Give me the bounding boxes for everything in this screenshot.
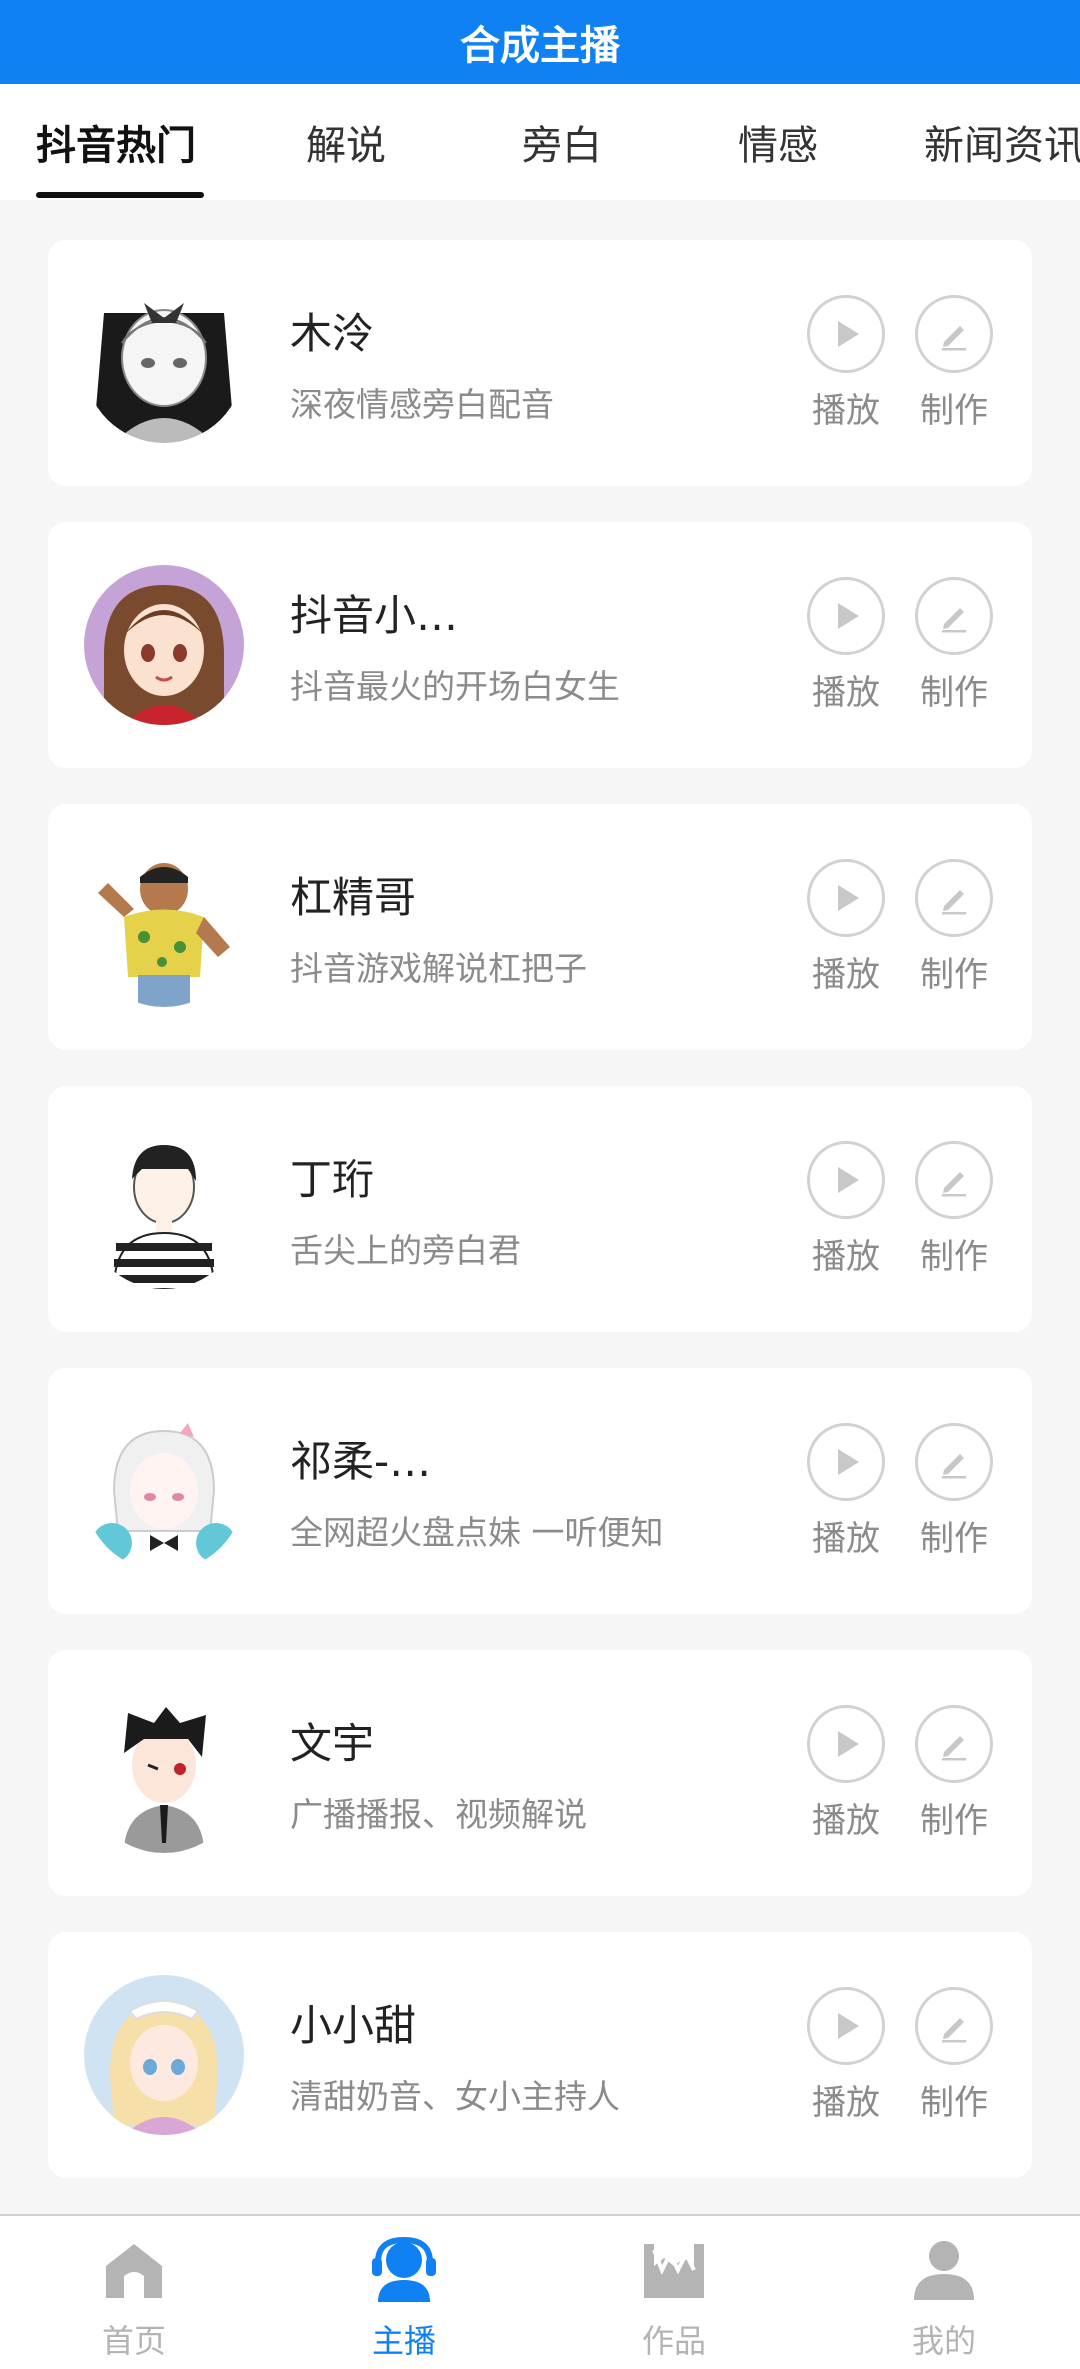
active-tab-indicator [36,192,204,198]
app-header: 合成主播 [0,0,1080,84]
edit-icon [915,295,993,373]
play-icon [807,859,885,937]
play-button[interactable]: 播放 [806,859,886,996]
anchor-card[interactable]: 文宇 广播播报、视频解说 播放 制作 [48,1650,1032,1896]
play-button[interactable]: 播放 [806,1987,886,2124]
nav-anchors-label: 主播 [371,2322,436,2360]
tab-douyin-hot[interactable]: 抖音热门 [36,84,196,200]
avatar [84,1129,244,1289]
tab-narration[interactable]: 旁白 [522,84,602,200]
make-label: 制作 [920,1801,988,1841]
avatar [84,847,244,1007]
profile-icon [914,2241,974,2300]
tab-news[interactable]: 新闻资讯 [924,84,1080,200]
nav-profile-label: 我的 [911,2322,976,2360]
play-label: 播放 [812,1519,880,1559]
play-icon [807,1423,885,1501]
category-tabs: 抖音热门 解说 旁白 情感 新闻资讯 [0,84,1080,200]
edit-icon [915,1987,993,2065]
anchor-desc: 舌尖上的旁白君 [290,1231,521,1270]
nav-works[interactable]: 作品 [574,2216,774,2369]
nav-home[interactable]: 首页 [34,2216,234,2369]
anchor-card[interactable]: 祁柔-… 全网超火盘点妹 一听便知 播放 制作 [48,1368,1032,1614]
anchor-card[interactable]: 抖音小… 抖音最火的开场白女生 播放 制作 [48,522,1032,768]
avatar [84,1411,244,1571]
play-label: 播放 [812,955,880,995]
make-label: 制作 [920,673,988,713]
play-button[interactable]: 播放 [806,1423,886,1560]
play-button[interactable]: 播放 [806,295,886,432]
anchor-desc: 深夜情感旁白配音 [290,385,554,424]
avatar [84,1693,244,1853]
edit-icon [915,1141,993,1219]
anchor-card[interactable]: 杠精哥 抖音游戏解说杠把子 播放 制作 [48,804,1032,1050]
page-title: 合成主播 [460,23,620,69]
edit-icon [915,859,993,937]
anchor-card[interactable]: 小小甜 清甜奶音、女小主持人 播放 制作 [48,1932,1032,2178]
play-button[interactable]: 播放 [806,1705,886,1842]
make-button[interactable]: 制作 [914,1705,994,1842]
anchor-name: 丁珩 [290,1155,375,1204]
anchor-name: 文宇 [290,1719,375,1768]
anchor-card[interactable]: 木泠 深夜情感旁白配音 播放 制作 [48,240,1032,486]
play-label: 播放 [812,2083,880,2123]
nav-anchors[interactable]: 主播 [304,2216,504,2369]
play-icon [807,295,885,373]
anchor-desc: 广播播报、视频解说 [290,1795,587,1834]
anchor-desc: 清甜奶音、女小主持人 [290,2077,620,2116]
play-icon [807,1141,885,1219]
make-button[interactable]: 制作 [914,1987,994,2124]
tab-commentary[interactable]: 解说 [306,84,386,200]
play-label: 播放 [812,1801,880,1841]
make-button[interactable]: 制作 [914,1423,994,1560]
home-icon [106,2244,162,2298]
anchor-name: 小小甜 [290,2001,417,2050]
anchor-name: 木泠 [290,309,375,358]
edit-icon [915,1423,993,1501]
play-icon [807,1705,885,1783]
make-button[interactable]: 制作 [914,295,994,432]
headset-user-icon [372,2236,436,2302]
bottom-nav: 首页 主播 作品 我的 [0,2214,1080,2369]
make-button[interactable]: 制作 [914,577,994,714]
play-label: 播放 [812,673,880,713]
edit-icon [915,577,993,655]
anchor-desc: 抖音游戏解说杠把子 [290,949,587,988]
anchor-name: 抖音小… [290,591,459,640]
works-icon [644,2244,704,2298]
avatar [84,565,244,725]
play-button[interactable]: 播放 [806,1141,886,1278]
tab-emotion[interactable]: 情感 [738,84,818,200]
play-button[interactable]: 播放 [806,577,886,714]
nav-works-label: 作品 [641,2322,706,2360]
edit-icon [915,1705,993,1783]
play-icon [807,577,885,655]
nav-profile[interactable]: 我的 [844,2216,1044,2369]
anchor-desc: 抖音最火的开场白女生 [290,667,620,706]
anchor-name: 杠精哥 [290,873,417,922]
make-label: 制作 [920,391,988,431]
anchor-name: 祁柔-… [290,1437,432,1486]
anchor-card[interactable]: 丁珩 舌尖上的旁白君 播放 制作 [48,1086,1032,1332]
make-label: 制作 [920,2083,988,2123]
anchor-desc: 全网超火盘点妹 一听便知 [290,1513,664,1552]
make-label: 制作 [920,955,988,995]
avatar [84,1975,244,2135]
make-label: 制作 [920,1519,988,1559]
make-label: 制作 [920,1237,988,1277]
avatar [84,283,244,443]
play-label: 播放 [812,1237,880,1277]
make-button[interactable]: 制作 [914,1141,994,1278]
nav-home-label: 首页 [101,2322,166,2360]
play-icon [807,1987,885,2065]
play-label: 播放 [812,391,880,431]
make-button[interactable]: 制作 [914,859,994,996]
